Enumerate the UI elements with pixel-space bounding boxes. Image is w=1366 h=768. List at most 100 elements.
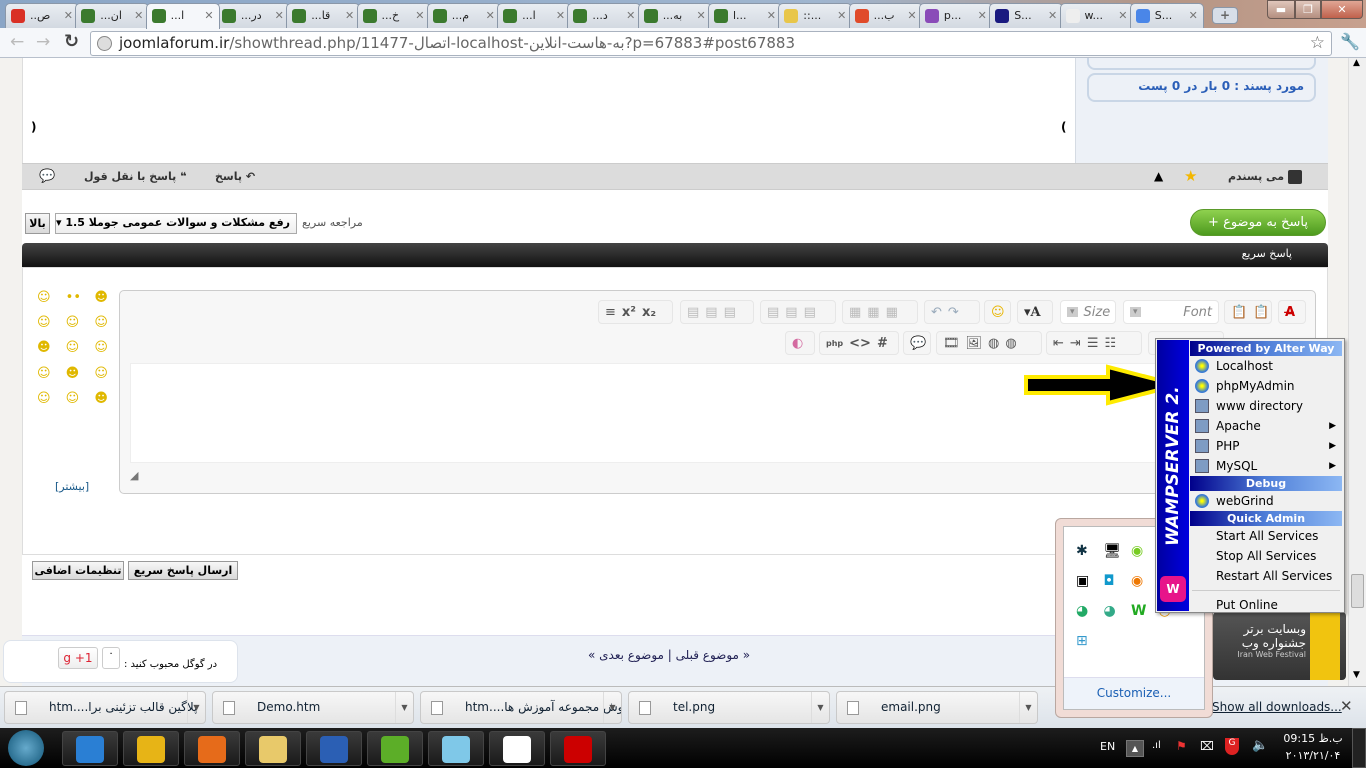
- network-icon[interactable]: .ıl: [1152, 740, 1161, 751]
- download-item[interactable]: email.png ▼: [836, 691, 1038, 724]
- browser-tab[interactable]: p... ✕: [918, 3, 993, 28]
- table-icon[interactable]: ▤: [785, 305, 797, 320]
- smiley-icon[interactable]: ☺: [37, 315, 60, 334]
- browser-tab[interactable]: l... ✕: [708, 3, 782, 28]
- wamp-menu-item[interactable]: Restart All Services: [1190, 566, 1342, 586]
- smiley-icon[interactable]: ☺: [66, 391, 89, 410]
- clock-time[interactable]: 09:15 ب.ظ: [1283, 732, 1343, 745]
- wamp-menu-item[interactable]: Localhost: [1190, 356, 1342, 376]
- browser-tab[interactable]: ..ص ✕: [5, 3, 79, 28]
- close-tab-icon[interactable]: ✕: [907, 9, 916, 22]
- show-all-downloads-link[interactable]: Show all downloads...: [1212, 700, 1342, 714]
- back-icon[interactable]: ←: [10, 32, 24, 52]
- browser-tab[interactable]: ...ان ✕: [75, 3, 150, 28]
- language-indicator[interactable]: EN: [1100, 740, 1115, 753]
- close-tab-icon[interactable]: ✕: [1048, 9, 1057, 22]
- advanced-settings-button[interactable]: تنظیمات اضافی: [32, 561, 124, 580]
- bookmark-star-icon[interactable]: ☆: [1310, 33, 1325, 53]
- text-color-button[interactable]: ▾A: [1017, 300, 1053, 324]
- reply-to-topic-button[interactable]: + پاسخ به موضوع: [1190, 209, 1326, 236]
- dropdown-icon[interactable]: ▼: [1019, 692, 1037, 723]
- clock-date[interactable]: ۲۰۱۳/۲۱/۰۴: [1283, 749, 1343, 762]
- table-icon[interactable]: ▤: [804, 305, 816, 320]
- smiley-icon[interactable]: ☻: [37, 340, 60, 359]
- dropdown-icon[interactable]: ▼: [395, 692, 413, 723]
- wamp-menu-item[interactable]: MySQL ▶: [1190, 456, 1342, 476]
- image-icon[interactable]: 🖼: [966, 336, 983, 351]
- taskbar-app-word[interactable]: [306, 731, 362, 766]
- taskbar-app-explorer[interactable]: [245, 731, 301, 766]
- wamp-menu-item[interactable]: webGrind: [1190, 491, 1342, 511]
- paste-word-icon[interactable]: 📋: [1253, 305, 1269, 320]
- smilie-button[interactable]: ☺: [984, 300, 1011, 324]
- new-tab-button[interactable]: +: [1212, 7, 1238, 24]
- download-item[interactable]: Demo.htm ▼: [212, 691, 414, 724]
- address-bar[interactable]: joomlaforum.ir/showthread.php/11477-اتصا…: [90, 31, 1332, 56]
- smiley-icon[interactable]: ••: [66, 290, 89, 309]
- volume-icon[interactable]: 🔈: [1252, 738, 1268, 753]
- scroll-down-icon[interactable]: ▼: [1353, 670, 1360, 680]
- size-select[interactable]: ▾ Size: [1060, 300, 1116, 324]
- table-icon[interactable]: ▤: [705, 305, 717, 320]
- wamp-menu-item[interactable]: Apache ▶: [1190, 416, 1342, 436]
- hash-icon[interactable]: #: [877, 336, 888, 351]
- bullet-list-icon[interactable]: ☰: [1087, 336, 1099, 351]
- table-icon[interactable]: ▤: [724, 305, 736, 320]
- smiley-icon[interactable]: ☺: [94, 340, 117, 359]
- multi-quote-icon[interactable]: 💬: [39, 169, 55, 184]
- dropdown-icon[interactable]: ▼: [603, 692, 621, 723]
- taskbar-app-acrobat[interactable]: [550, 731, 606, 766]
- web-festival-ad[interactable]: وبسایت برتر جشنواره وب Iran Web Festival: [1213, 612, 1346, 680]
- table-icon[interactable]: ▦: [886, 305, 898, 320]
- device-icon[interactable]: ▣: [1076, 573, 1104, 589]
- table-icon[interactable]: ▦: [849, 305, 861, 320]
- undo-icon[interactable]: ↶: [931, 305, 942, 320]
- smiley-icon[interactable]: ☺: [94, 366, 117, 385]
- download-item[interactable]: htm....فروش مجموعه آموزش ها▼: [420, 691, 622, 724]
- smiley-icon[interactable]: ☻: [66, 366, 89, 385]
- smiley-icon[interactable]: ☺: [37, 290, 60, 309]
- start-button[interactable]: [8, 730, 44, 766]
- close-tab-icon[interactable]: ✕: [556, 9, 565, 22]
- report-warning-icon[interactable]: ▲: [1154, 169, 1163, 183]
- browser-tab[interactable]: ...ب ✕: [848, 3, 923, 28]
- minimize-button[interactable]: ▬: [1267, 0, 1295, 19]
- wireless-icon[interactable]: ◘: [1104, 573, 1132, 589]
- close-tab-icon[interactable]: ✕: [696, 9, 705, 22]
- video-icon[interactable]: 🎞: [943, 336, 960, 351]
- subscript-icon[interactable]: x₂: [642, 305, 656, 320]
- browser-tab[interactable]: S... ✕: [1129, 3, 1204, 28]
- top-button[interactable]: بالا: [25, 213, 50, 234]
- download-item[interactable]: tel.png ▼: [628, 691, 830, 724]
- customize-link[interactable]: Customize...: [1064, 677, 1204, 709]
- wrench-icon[interactable]: 🔧: [1340, 32, 1360, 51]
- taskbar-app-chrome[interactable]: [123, 731, 179, 766]
- browser-tab[interactable]: S... ✕: [989, 3, 1064, 28]
- taskbar-app-notepad[interactable]: [428, 731, 484, 766]
- browser-tab[interactable]: ...در ✕: [215, 3, 290, 28]
- redo-icon[interactable]: ↷: [948, 305, 959, 320]
- close-tab-icon[interactable]: ✕: [415, 9, 424, 22]
- wamp-menu-item[interactable]: Stop All Services: [1190, 546, 1342, 566]
- quote-button[interactable]: 💬: [903, 331, 931, 355]
- close-tab-icon[interactable]: ✕: [275, 9, 284, 22]
- wamp-menu-item[interactable]: phpMyAdmin: [1190, 376, 1342, 396]
- taskbar-app-dreamweaver[interactable]: [367, 731, 423, 766]
- quick-nav-select[interactable]: رفع مشکلات و سوالات عمومی جوملا 1.5 ▾: [55, 213, 297, 234]
- taskbar-app-app[interactable]: [489, 731, 545, 766]
- unlink-icon[interactable]: ◍: [988, 336, 999, 351]
- reply-quote-button[interactable]: پاسخ با نقل قول ❝: [84, 170, 187, 183]
- browser-tab[interactable]: ...د ✕: [567, 3, 642, 28]
- browser-tab[interactable]: w... ✕: [1059, 3, 1134, 28]
- outdent-icon[interactable]: ⇤: [1053, 336, 1064, 351]
- number-list-icon[interactable]: ☷: [1104, 336, 1116, 351]
- browser-tab[interactable]: ...ا ✕: [145, 3, 220, 29]
- globe-icon[interactable]: ◕: [1104, 603, 1132, 619]
- smiley-icon[interactable]: ☺: [37, 391, 60, 410]
- gdata-antivirus-icon[interactable]: G: [1225, 738, 1239, 755]
- close-tab-icon[interactable]: ✕: [64, 9, 73, 22]
- close-downloads-icon[interactable]: ✕: [1340, 697, 1353, 715]
- vertical-scrollbar[interactable]: ▲ ▼: [1348, 58, 1366, 686]
- reload-icon[interactable]: ↻: [64, 31, 79, 52]
- put-online-item[interactable]: Put Online: [1190, 595, 1342, 615]
